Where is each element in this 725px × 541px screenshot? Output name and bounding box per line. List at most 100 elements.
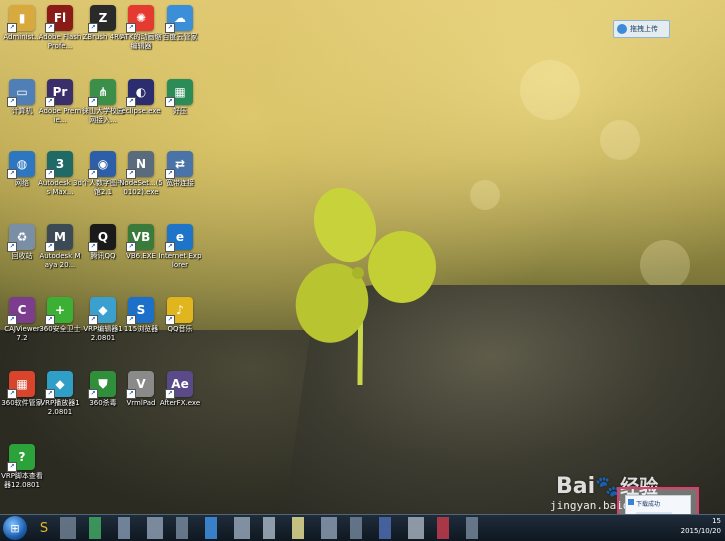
network-icon: ◍ ↗ [7,151,35,179]
desktop-icon[interactable]: ◆ ↗ VRP播放器12.0801 [38,368,82,417]
desktop-icon-label: 好压 [173,107,187,115]
shortcut-arrow-icon: ↗ [7,315,17,325]
taskbar-item[interactable] [321,517,337,539]
360-software-icon: ▦ ↗ [7,371,35,399]
shortcut-arrow-icon: ↗ [88,315,98,325]
qq-icon: Q ↗ [88,224,116,252]
user-folder-icon: ▮ ↗ [7,5,35,33]
taskbar-item[interactable] [350,517,362,539]
desktop-icon[interactable]: Fl ↗ Adobe Flash Profe... [38,2,82,51]
desktop-icon-label: AfterFX.exe [159,399,201,407]
shortcut-arrow-icon: ↗ [7,389,17,399]
qq-music-icon: ♪ ↗ [165,297,193,325]
desktop-icon[interactable]: ♪ ↗ QQ音乐 [158,294,202,334]
desktop-icon[interactable]: 3 ↗ Autodesk 3ds Max... [38,148,82,197]
shortcut-arrow-icon: ↗ [45,97,55,107]
shortcut-arrow-icon: ↗ [88,23,98,33]
desktop-icon[interactable]: ◐ ↗ eclipse.exe [119,76,163,116]
shortcut-arrow-icon: ↗ [126,315,136,325]
vrp-script-icon: ? ↗ [7,444,35,472]
taskbar-360-browser-icon[interactable]: S [34,518,54,538]
taskbar-item[interactable] [176,517,188,539]
shortcut-arrow-icon: ↗ [165,169,175,179]
desktop-icon-label: VRP脚本查看器12.0801 [1,472,43,489]
taskbar-item[interactable] [437,517,449,539]
cajviewer-icon: C ↗ [7,297,35,325]
network-client-icon: ⋔ ↗ [88,79,116,107]
taskbar-item[interactable] [89,517,101,539]
taskbar-item[interactable] [263,517,275,539]
shortcut-arrow-icon: ↗ [45,389,55,399]
shortcut-arrow-icon: ↗ [45,242,55,252]
desktop-icon[interactable]: Pr ↗ Adobe Premie... [38,76,82,125]
desktop-icon-label: Autodesk 3ds Max... [38,179,82,196]
nodeset-icon: N ↗ [126,151,154,179]
desktop-icon[interactable]: ▦ ↗ 好压 [158,76,202,116]
shortcut-arrow-icon: ↗ [165,97,175,107]
zbrush-icon: Z ↗ [88,5,116,33]
start-button[interactable]: ⊞ [3,516,27,540]
desktop-icon-label: Adobe Flash Profe... [38,33,82,50]
desktop-icon-label: 百度云管家 [162,33,198,41]
360-antivirus-icon: ⛊ ↗ [88,371,116,399]
desktop-icon-label: QQ音乐 [167,325,193,333]
broadband-icon: ⇄ ↗ [165,151,193,179]
desktop-icon[interactable]: M ↗ Autodesk Maya 20... [38,221,82,270]
computer-icon: ▭ ↗ [7,79,35,107]
ie-icon: e ↗ [165,224,193,252]
shortcut-arrow-icon: ↗ [45,315,55,325]
shortcut-arrow-icon: ↗ [88,389,98,399]
3dsmax-icon: 3 ↗ [45,151,73,179]
taskbar-item[interactable] [292,517,304,539]
taskbar-item[interactable] [118,517,130,539]
desktop-icon[interactable]: S ↗ 115浏览器 [119,294,163,334]
clock-date: 2015/10/20 [680,527,721,535]
cloud-upload-label: 拖拽上传 [630,25,658,33]
115-browser-icon: S ↗ [126,297,154,325]
shortcut-arrow-icon: ↗ [88,97,98,107]
taskbar-item[interactable] [205,517,217,539]
shortcut-arrow-icon: ↗ [88,169,98,179]
windows-logo-icon: ⊞ [10,521,20,535]
desktop-icon[interactable]: e ↗ Internet Explorer [158,221,202,270]
desktop-icon[interactable]: V ↗ VrmlPad [119,368,163,408]
taskbar-item[interactable] [234,517,250,539]
desktop-icon-label: VrmlPad [126,399,156,407]
watermark-brand: Bai [556,474,596,499]
vrmlpad-icon: V ↗ [126,371,154,399]
desktop-icon[interactable]: ☁ ↗ 百度云管家 [158,2,202,42]
taskbar: ⊞ S [0,514,725,541]
download-icon [628,499,634,505]
taskbar-item[interactable] [408,517,424,539]
desktop-icon[interactable]: N ↗ NodeSet...(50102).exe [119,148,163,197]
desktop-icon-label: eclipse.exe [121,107,161,115]
shortcut-arrow-icon: ↗ [7,169,17,179]
notification-title: 下载成功 [636,501,661,508]
desktop-icon-label: Internet Explorer [158,252,202,269]
maya-icon: M ↗ [45,224,73,252]
shortcut-arrow-icon: ↗ [45,169,55,179]
system-clock[interactable]: 15 2015/10/20 [676,516,725,536]
desktop-icon-label: 360安全卫士 [39,325,81,333]
desktop-icon-label: 宽带连接 [166,179,194,187]
taskbar-item[interactable] [147,517,163,539]
shortcut-arrow-icon: ↗ [7,97,17,107]
desktop-icon[interactable]: ⇄ ↗ 宽带连接 [158,148,202,188]
shortcut-arrow-icon: ↗ [7,242,17,252]
taskbar-item[interactable] [60,517,76,539]
shortcut-arrow-icon: ↗ [88,242,98,252]
cloud-upload-button[interactable]: 拖拽上传 [613,20,670,38]
afterfx-icon: Ae ↗ [165,371,193,399]
taskbar-item[interactable] [379,517,391,539]
desktop-icon-label: NodeSet...(50102).exe [119,179,163,196]
taskbar-item[interactable] [466,517,478,539]
desktop-icon-label: 115浏览器 [123,325,159,333]
desktop-icon[interactable]: + ↗ 360安全卫士 [38,294,82,334]
desktop-icon[interactable]: ✺ ↗ ATK的动画缩编辑器 [119,2,163,51]
vb6-icon: VB ↗ [126,224,154,252]
desktop-icon[interactable]: ? ↗ VRP脚本查看器12.0801 [0,441,44,490]
baidu-cloud-icon: ☁ ↗ [165,5,193,33]
desktop-icon[interactable]: Ae ↗ AfterFX.exe [158,368,202,408]
premiere-icon: Pr ↗ [45,79,73,107]
desktop-icon[interactable]: VB ↗ VB6.EXE [119,221,163,261]
